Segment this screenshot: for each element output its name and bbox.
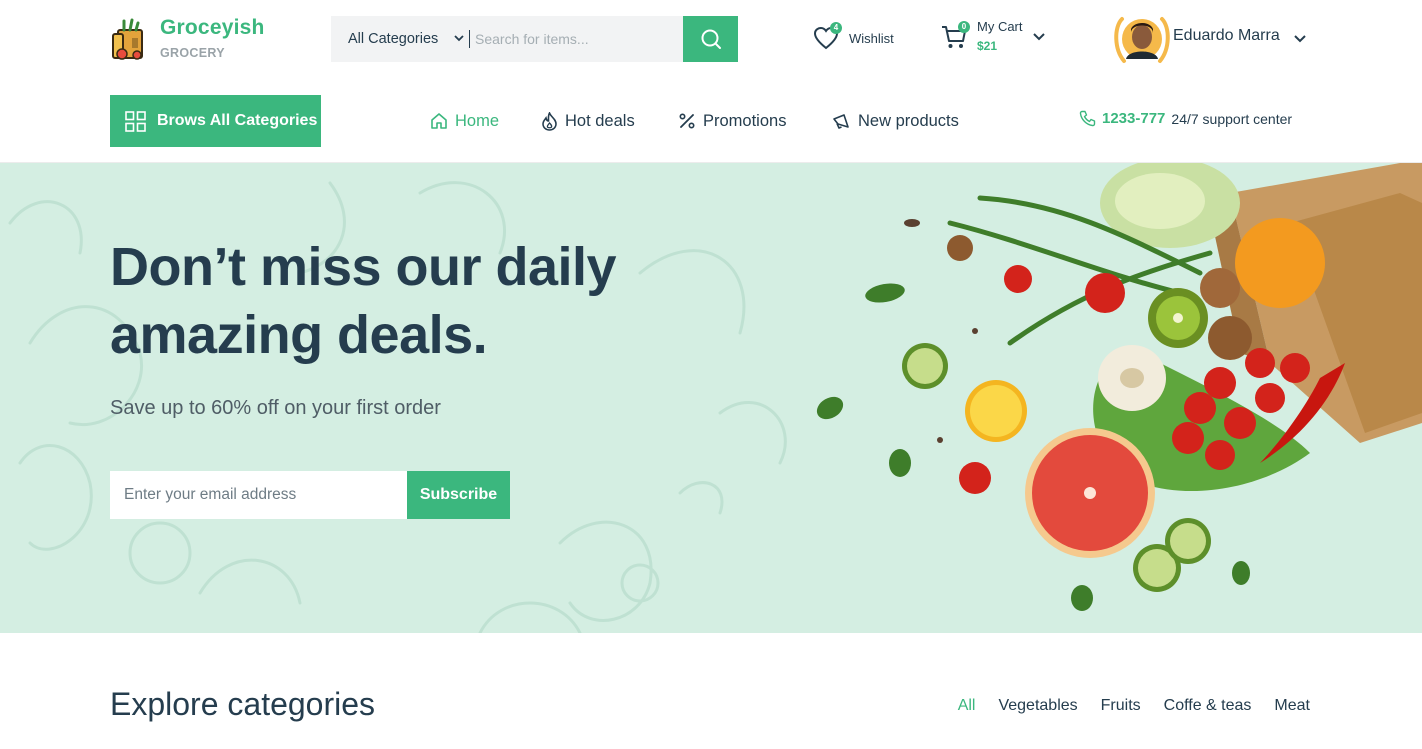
- explore-title: Explore categories: [110, 686, 376, 722]
- search-button[interactable]: [683, 16, 738, 62]
- nav-item-home[interactable]: Home: [430, 110, 499, 132]
- grid-icon: [125, 110, 146, 132]
- support-phone: 1233-777: [1102, 110, 1166, 127]
- chevron-down-icon: [1294, 35, 1306, 43]
- wishlist-button[interactable]: 4 Wishlist: [812, 22, 894, 54]
- brand-tagline: GROCERY: [160, 46, 225, 60]
- produce-bag-illustration: [816, 163, 1422, 611]
- subscribe-button[interactable]: Subscribe: [407, 471, 510, 519]
- user-name: Eduardo Marra: [1173, 27, 1280, 44]
- grocery-bag-icon: [112, 18, 143, 60]
- top-header: Groceyish GROCERY All Categories 4 Wishl…: [0, 0, 1422, 80]
- phone-icon: [1079, 110, 1096, 127]
- user-menu[interactable]: Eduardo Marra: [1112, 13, 1312, 65]
- cart-label: My Cart: [977, 19, 1023, 34]
- hero-title-line-1: Don’t miss our daily: [110, 237, 617, 297]
- cart-amount: $21: [977, 39, 998, 53]
- nav-item-label: Home: [455, 111, 500, 130]
- newsletter-form: Subscribe: [110, 471, 510, 519]
- search-bar: All Categories: [331, 16, 738, 62]
- tab-meat[interactable]: Meat: [1274, 697, 1310, 715]
- hero-subtitle: Save up to 60% off on your first order: [110, 397, 441, 419]
- megaphone-icon: [833, 113, 849, 129]
- support-text: 24/7 support center: [1171, 110, 1293, 127]
- search-divider: [469, 30, 470, 48]
- avatar: [1114, 17, 1170, 63]
- category-tabs: All Vegetables Fruits Coffe & teas Meat: [935, 697, 1310, 715]
- brand-name: Groceyish: [160, 16, 265, 39]
- nav-item-promotions[interactable]: Promotions: [678, 110, 786, 132]
- percent-icon: [679, 113, 695, 129]
- brand-logo[interactable]: Groceyish GROCERY: [110, 16, 280, 64]
- cart-count-badge: 0: [958, 21, 970, 33]
- browse-categories-button[interactable]: Brows All Categories: [110, 95, 321, 147]
- nav-item-hot-deals[interactable]: Hot deals: [541, 110, 635, 132]
- wishlist-label: Wishlist: [849, 30, 894, 46]
- main-nav: Brows All Categories Home Hot deals Prom…: [0, 80, 1422, 163]
- tab-coffee-teas[interactable]: Coffe & teas: [1164, 697, 1252, 715]
- home-icon: [431, 113, 447, 129]
- flame-icon: [542, 111, 557, 131]
- nav-item-new-products[interactable]: New products: [832, 110, 959, 132]
- nav-item-label: Promotions: [703, 111, 787, 130]
- chevron-down-icon: [1033, 33, 1045, 41]
- tab-all[interactable]: All: [958, 697, 976, 715]
- nav-item-label: Hot deals: [565, 111, 635, 130]
- wishlist-count-badge: 4: [830, 22, 842, 34]
- hero-title-line-2: amazing deals.: [110, 305, 488, 365]
- hero-title: Don’t miss our daily amazing deals.: [110, 233, 670, 369]
- search-icon: [701, 29, 721, 49]
- tab-vegetables[interactable]: Vegetables: [998, 697, 1077, 715]
- tab-fruits[interactable]: Fruits: [1101, 697, 1141, 715]
- category-select-value: All Categories: [348, 31, 439, 47]
- browse-categories-label: Brows All Categories: [157, 112, 318, 129]
- support-contact[interactable]: 1233-777 24/7 support center: [1079, 110, 1292, 127]
- email-input[interactable]: [110, 471, 407, 519]
- chevron-down-icon: [454, 35, 464, 42]
- search-input[interactable]: [473, 16, 683, 62]
- category-select[interactable]: All Categories: [331, 16, 469, 62]
- nav-item-label: New products: [858, 111, 959, 130]
- hero-banner: Don’t miss our daily amazing deals. Save…: [0, 163, 1422, 633]
